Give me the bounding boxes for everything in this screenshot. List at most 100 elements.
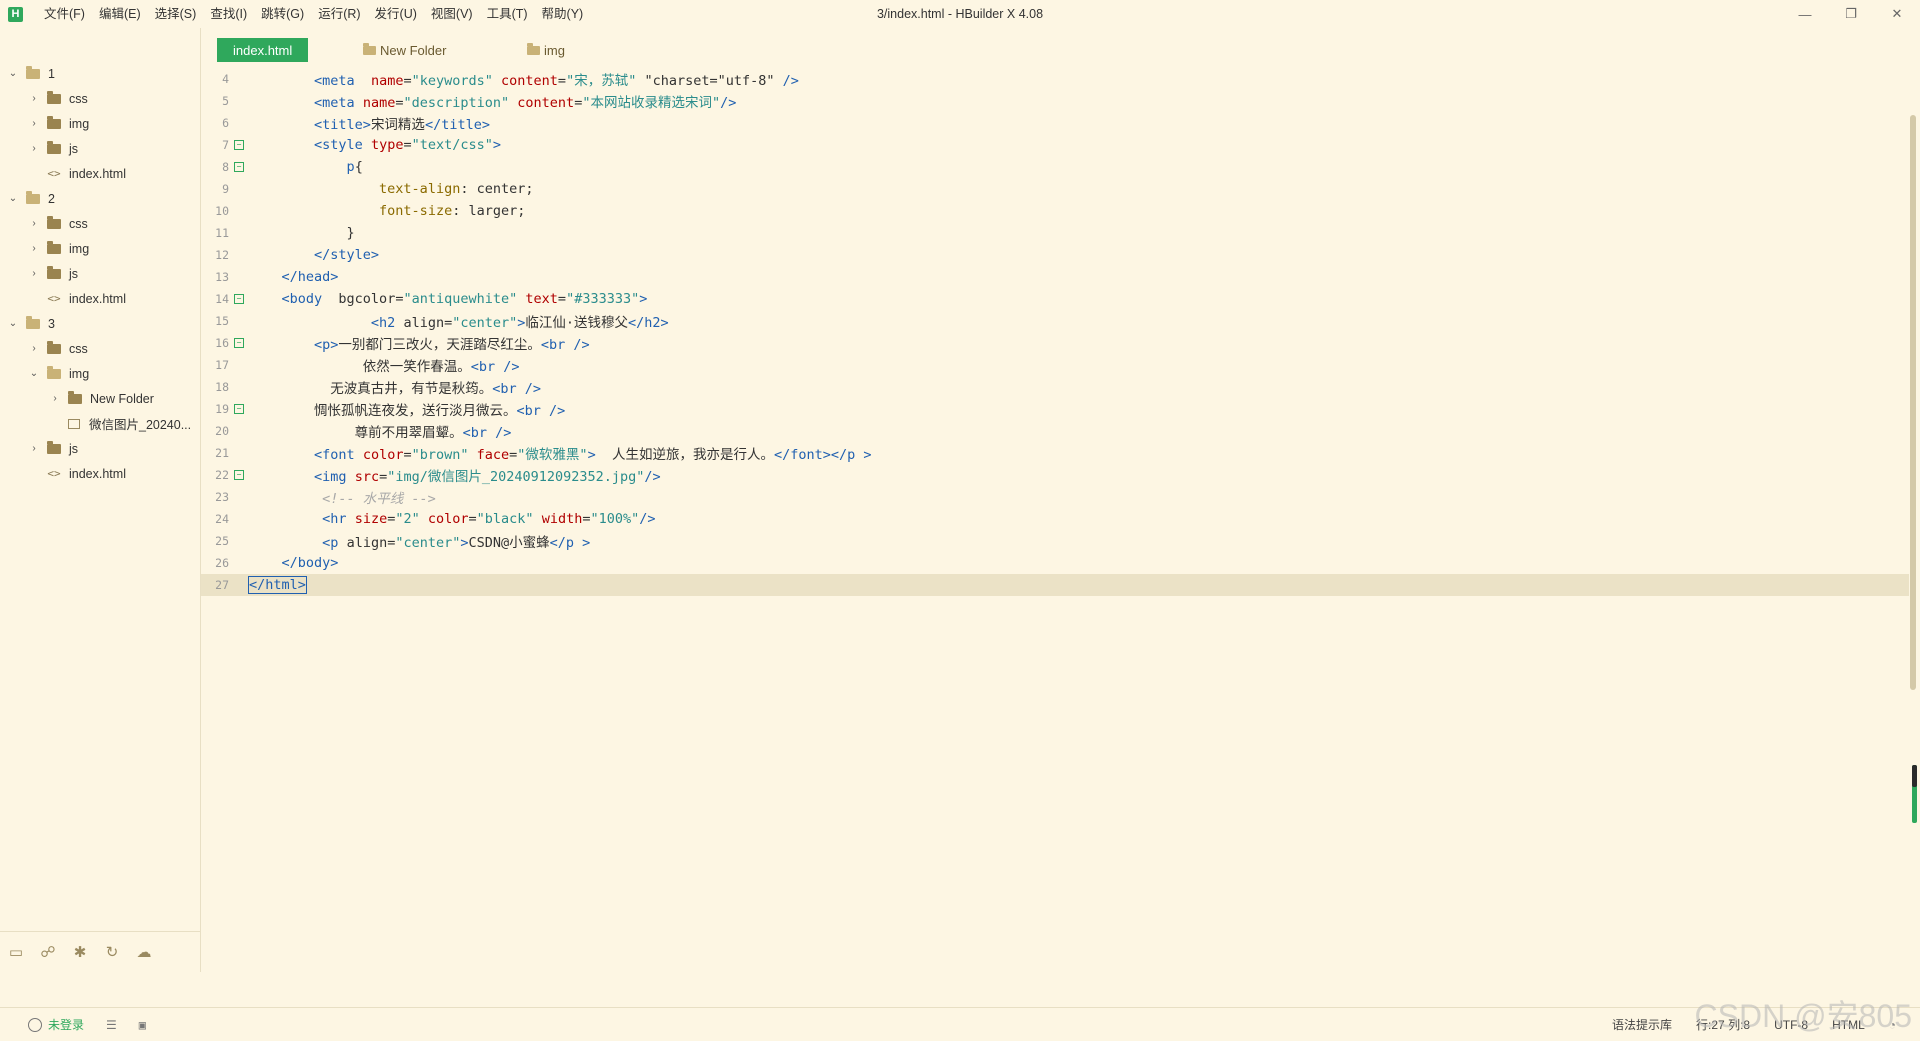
chevron-right-icon[interactable]: ›	[27, 443, 41, 454]
chevron-right-icon[interactable]: ›	[27, 143, 41, 154]
menu-run[interactable]: 运行(R)	[311, 0, 367, 28]
tree-item-project-1[interactable]: ⌄ 1	[6, 61, 55, 86]
tab-img[interactable]: img	[527, 38, 565, 62]
tree-item-folder[interactable]: › css	[27, 86, 88, 111]
code-line[interactable]: 21 <font color="brown" face="微软雅黑"> 人生如逆…	[201, 442, 1909, 464]
fold-toggle-icon[interactable]: −	[234, 470, 244, 480]
fold-toggle-icon[interactable]: −	[234, 162, 244, 172]
code-line[interactable]: 18 无波真古井，有节是秋筠。<br />	[201, 376, 1909, 398]
login-status[interactable]: 未登录	[48, 1016, 84, 1033]
tree-item-folder[interactable]: › New Folder	[48, 386, 154, 411]
menu-tools[interactable]: 工具(T)	[480, 0, 535, 28]
chevron-right-icon[interactable]: ›	[27, 268, 41, 279]
refresh-icon[interactable]: ↻	[96, 943, 128, 961]
tree-item-folder[interactable]: › img	[27, 236, 89, 261]
menu-goto[interactable]: 跳转(G)	[254, 0, 311, 28]
tree-item-file[interactable]: <> index.html	[41, 286, 126, 311]
chevron-right-icon[interactable]: ›	[27, 118, 41, 129]
code-line[interactable]: 5 <meta name="description" content="本网站收…	[201, 90, 1909, 112]
code-line[interactable]: 23 <!-- 水平线 -->	[201, 486, 1909, 508]
restore-button[interactable]: ❐	[1828, 0, 1874, 28]
tab-new-folder[interactable]: New Folder	[363, 38, 446, 62]
chevron-right-icon[interactable]: ›	[48, 393, 62, 404]
menu-select[interactable]: 选择(S)	[148, 0, 204, 28]
tab-index-html[interactable]: index.html	[217, 38, 309, 62]
code-text: <!-- 水平线 -->	[322, 491, 436, 507]
project-manager-icon[interactable]: ▭	[0, 943, 32, 961]
tree-item-folder[interactable]: › css	[27, 211, 88, 236]
code-line[interactable]: 20 尊前不用翠眉颦。<br />	[201, 420, 1909, 442]
code-line[interactable]: 4 <meta name="keywords" content="宋，苏轼" "…	[201, 68, 1909, 90]
close-button[interactable]: ✕	[1874, 0, 1920, 28]
folder-icon	[527, 42, 540, 55]
chevron-down-icon[interactable]: ⌄	[6, 318, 20, 329]
tree-item-project-3[interactable]: ⌄ 3	[6, 311, 55, 336]
code-line[interactable]: 19− 惆怅孤帆连夜发，送行淡月微云。<br />	[201, 398, 1909, 420]
menu-find[interactable]: 查找(I)	[203, 0, 254, 28]
line-number: 8	[222, 160, 229, 174]
code-line[interactable]: 15 <h2 align="center">临江仙·送钱穆父</h2>	[201, 310, 1909, 332]
code-line[interactable]: 9 text-align: center;	[201, 178, 1909, 200]
notification-icon[interactable]: ◔	[1889, 1018, 1896, 1032]
tree-item-folder[interactable]: › css	[27, 336, 88, 361]
encoding[interactable]: UTF-8	[1774, 1018, 1808, 1032]
grammar-hint-library[interactable]: 语法提示库	[1612, 1016, 1672, 1033]
menu-view[interactable]: 视图(V)	[424, 0, 480, 28]
list-icon[interactable]: ☰	[106, 1018, 117, 1032]
cursor-position[interactable]: 行:27 列:8	[1696, 1016, 1750, 1033]
tree-item-label: index.html	[69, 166, 126, 181]
chevron-down-icon[interactable]: ⌄	[6, 193, 20, 204]
code-line[interactable]: 26 </body>	[201, 552, 1909, 574]
fold-toggle-icon[interactable]: −	[234, 404, 244, 414]
menu-file[interactable]: 文件(F)	[37, 0, 92, 28]
chevron-down-icon[interactable]: ⌄	[27, 368, 41, 379]
tree-item-file[interactable]: <> index.html	[41, 161, 126, 186]
fold-toggle-icon[interactable]: −	[234, 294, 244, 304]
tree-item-folder-expanded[interactable]: ⌄ img	[27, 361, 89, 386]
menu-publish[interactable]: 发行(U)	[368, 0, 424, 28]
language-mode[interactable]: HTML	[1832, 1018, 1865, 1032]
tree-item-folder[interactable]: › js	[27, 261, 78, 286]
plugin-icon[interactable]: ☍	[32, 943, 64, 961]
code-line[interactable]: 6 <title>宋词精选</title>	[201, 112, 1909, 134]
code-line[interactable]: 14− <body bgcolor="antiquewhite" text="#…	[201, 288, 1909, 310]
terminal-icon[interactable]: ▣	[139, 1018, 146, 1032]
minimize-button[interactable]: —	[1782, 0, 1828, 28]
code-line[interactable]: 27 </html>	[201, 574, 1909, 596]
code-line[interactable]: 7− <style type="text/css">	[201, 134, 1909, 156]
tree-item-image[interactable]: 微信图片_20240...	[61, 411, 191, 436]
fold-toggle-icon[interactable]: −	[234, 140, 244, 150]
code-line[interactable]: 25 <p align="center">CSDN@小蜜蜂</p >	[201, 530, 1909, 552]
code-line[interactable]: 17 依然一笑作春温。<br />	[201, 354, 1909, 376]
menu-help[interactable]: 帮助(Y)	[535, 0, 591, 28]
tree-item-folder[interactable]: › js	[27, 436, 78, 461]
tree-item-folder[interactable]: › js	[27, 136, 78, 161]
chevron-right-icon[interactable]: ›	[27, 93, 41, 104]
fold-toggle-icon[interactable]: −	[234, 338, 244, 348]
tree-item-label: 微信图片_20240...	[89, 418, 192, 432]
chevron-down-icon[interactable]: ⌄	[6, 68, 20, 79]
vertical-scrollbar[interactable]	[1910, 115, 1916, 690]
tree-item-folder[interactable]: › img	[27, 111, 89, 136]
code-line[interactable]: 13 </head>	[201, 266, 1909, 288]
chevron-right-icon[interactable]: ›	[27, 343, 41, 354]
code-text: }	[346, 225, 355, 241]
tree-item-project-2[interactable]: ⌄ 2	[6, 186, 55, 211]
code-line[interactable]: 16− <p>一别都门三改火，天涯踏尽红尘。<br />	[201, 332, 1909, 354]
tree-item-label: js	[69, 141, 79, 156]
code-line[interactable]: 8− p{	[201, 156, 1909, 178]
chevron-right-icon[interactable]: ›	[27, 218, 41, 229]
code-line[interactable]: 22− <img src="img/微信图片_20240912092352.jp…	[201, 464, 1909, 486]
code-line[interactable]: 10 font-size: larger;	[201, 200, 1909, 222]
tree-item-label: 2	[48, 191, 55, 206]
code-line[interactable]: 12 </style>	[201, 244, 1909, 266]
tree-item-file[interactable]: <> index.html	[41, 461, 126, 486]
debug-icon[interactable]: ✱	[64, 943, 96, 961]
menu-edit[interactable]: 编辑(E)	[92, 0, 148, 28]
code-line[interactable]: 11 }	[201, 222, 1909, 244]
code-editor[interactable]: 4 <meta name="keywords" content="宋，苏轼" "…	[201, 68, 1920, 972]
cloud-icon[interactable]: ☁	[128, 943, 160, 961]
fold-gutter: −	[229, 294, 249, 304]
code-line[interactable]: 24 <hr size="2" color="black" width="100…	[201, 508, 1909, 530]
chevron-right-icon[interactable]: ›	[27, 243, 41, 254]
